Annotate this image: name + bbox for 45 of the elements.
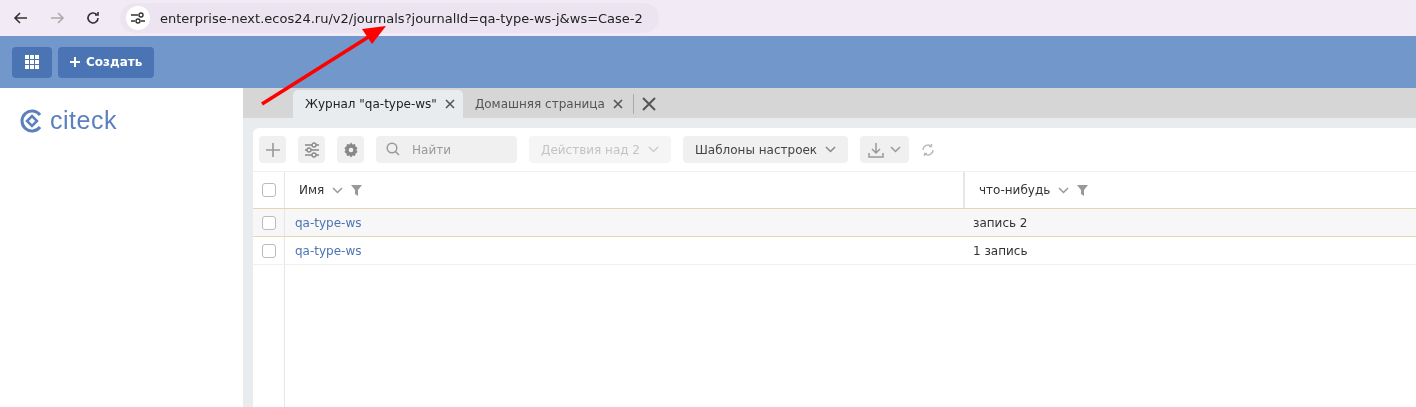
record-link[interactable]: qa-type-ws (295, 215, 362, 230)
logo-icon (20, 108, 44, 133)
select-all-checkbox[interactable] (261, 183, 276, 197)
table-cell: запись 2 (973, 215, 1028, 230)
record-link[interactable]: qa-type-ws (295, 243, 362, 258)
close-icon[interactable] (612, 99, 623, 109)
download-button[interactable] (860, 136, 910, 163)
url-text: enterprise-next.ecos24.ru/v2/journals?journalId=qa-type-ws-j&ws=Case-2 (160, 10, 643, 26)
column-header[interactable]: что-нибудь (979, 183, 1051, 197)
chevron-down-icon (1058, 186, 1070, 194)
row-checkbox[interactable] (261, 243, 276, 258)
table-row[interactable]: qa-type-ws запись 2 (253, 209, 1416, 237)
tab[interactable]: Домашняя страница (462, 90, 631, 118)
tab[interactable]: Журнал "qa-type-ws" (293, 90, 463, 118)
search-icon (386, 142, 400, 156)
logo-text: citeck (50, 106, 117, 135)
chevron-down-icon (890, 146, 902, 153)
reload-icon[interactable] (84, 9, 102, 27)
table-cell: 1 запись (973, 243, 1028, 258)
apps-button[interactable] (12, 46, 52, 78)
close-icon[interactable] (444, 99, 455, 109)
download-icon (868, 141, 885, 158)
grid-icon (25, 55, 39, 69)
tune-icon[interactable] (131, 12, 145, 24)
add-button[interactable] (259, 136, 286, 163)
chevron-down-icon (648, 146, 659, 153)
filter-icon[interactable] (1077, 184, 1089, 196)
column-header[interactable]: Имя (299, 183, 325, 197)
filter-icon[interactable] (351, 184, 363, 196)
sliders-icon (303, 141, 320, 158)
gear-icon (342, 141, 359, 158)
create-button[interactable]: Создать (58, 46, 155, 78)
row-checkbox[interactable] (261, 215, 276, 230)
chevron-down-icon (332, 186, 344, 194)
close-all-icon[interactable] (641, 97, 656, 111)
templates-dropdown[interactable]: Шаблоны настроек (683, 136, 849, 163)
search-field[interactable]: Найти (376, 136, 517, 163)
address-bar[interactable]: enterprise-next.ecos24.ru/v2/journals?journalId=qa-type-ws-j&ws=Case-2 (120, 3, 659, 33)
refresh-icon[interactable] (921, 142, 936, 157)
plus-icon (70, 57, 80, 67)
gear-button[interactable] (337, 136, 364, 163)
chevron-down-icon (825, 146, 837, 153)
settings-button[interactable] (298, 136, 325, 163)
table-row[interactable]: qa-type-ws 1 запись (253, 237, 1416, 265)
plus-icon (264, 141, 281, 158)
